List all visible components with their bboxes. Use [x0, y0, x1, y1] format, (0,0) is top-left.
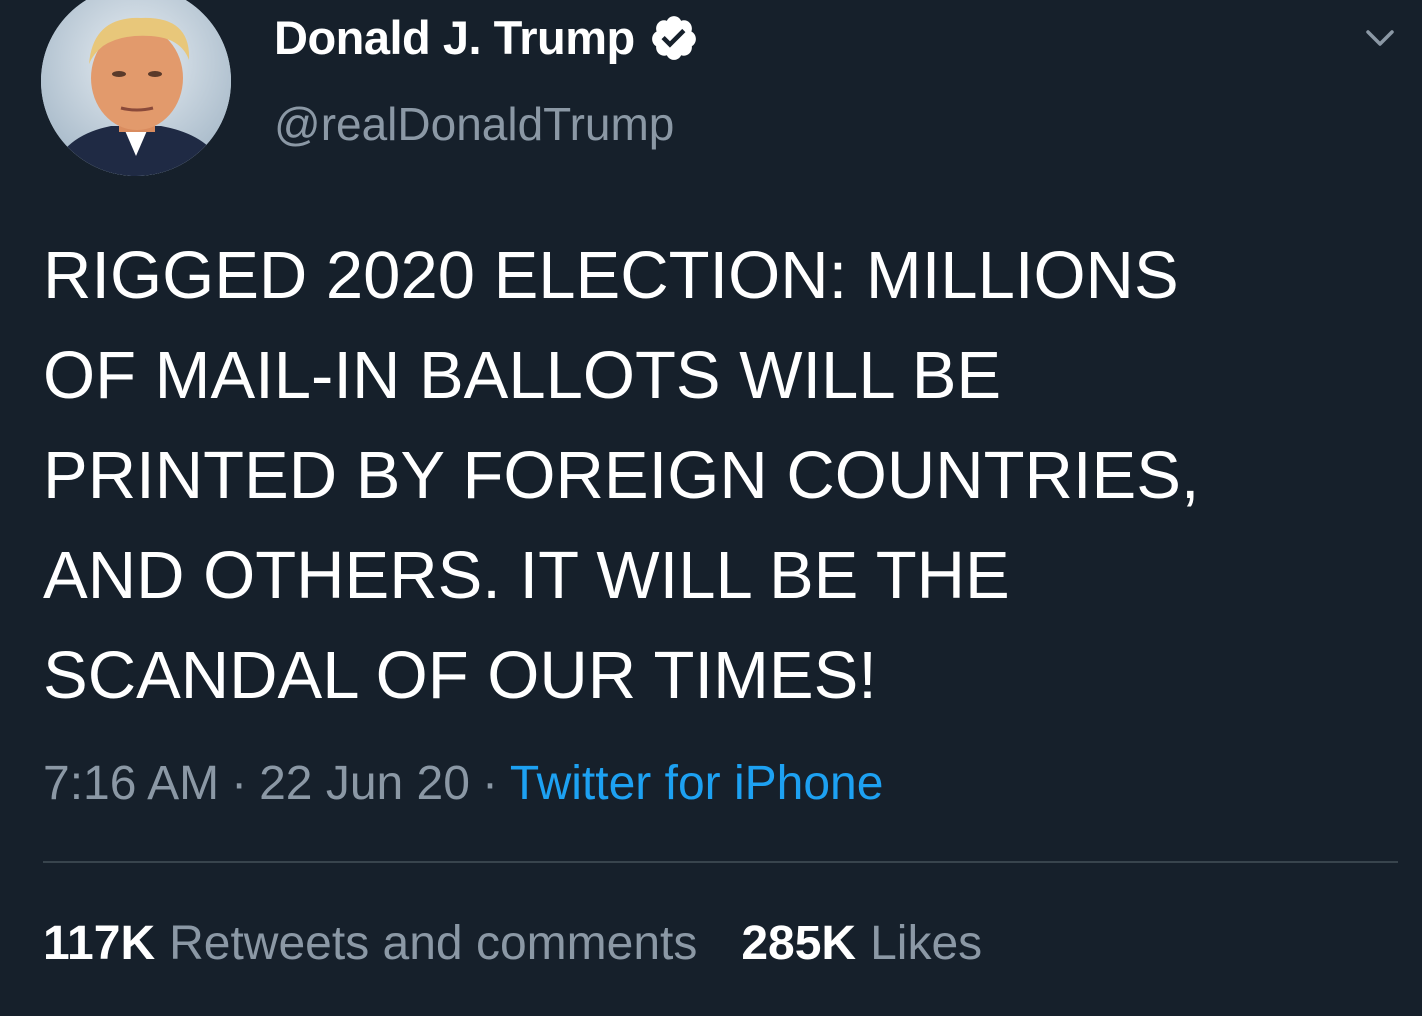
tweet-detail: Donald J. Trump @realDonaldTrump RIGGED … [0, 0, 1422, 1016]
meta-separator: · [231, 757, 248, 810]
tweet-text: RIGGED 2020 ELECTION: MILLIONS OF MAIL-I… [43, 226, 1373, 726]
profile-photo-icon [41, 0, 231, 176]
tweet-stats: 117K Retweets and comments 285K Likes [43, 912, 982, 976]
user-handle[interactable]: @realDonaldTrump [274, 96, 674, 152]
tweet-time[interactable]: 7:16 AM [43, 757, 219, 810]
tweet-text-line: RIGGED 2020 ELECTION: MILLIONS [43, 238, 1179, 313]
likes-stat[interactable]: 285K Likes [741, 917, 982, 970]
tweet-text-line: AND OTHERS. IT WILL BE THE [43, 538, 1010, 613]
likes-label: Likes [870, 917, 983, 970]
tweet-source-link[interactable]: Twitter for iPhone [510, 757, 884, 810]
likes-count: 285K [741, 917, 857, 970]
tweet-text-line: SCANDAL OF OUR TIMES! [43, 638, 877, 713]
tweet-text-line: PRINTED BY FOREIGN COUNTRIES, [43, 438, 1200, 513]
retweets-stat[interactable]: 117K Retweets and comments [43, 917, 697, 970]
retweets-label: Retweets and comments [169, 917, 698, 970]
divider [43, 861, 1398, 863]
display-name[interactable]: Donald J. Trump [274, 10, 635, 66]
chevron-down-icon[interactable] [1360, 18, 1400, 58]
tweet-meta: 7:16 AM · 22 Jun 20 · Twitter for iPhone [43, 752, 883, 816]
tweet-date[interactable]: 22 Jun 20 [259, 757, 470, 810]
meta-separator: · [481, 757, 498, 810]
tweet-text-line: OF MAIL-IN BALLOTS WILL BE [43, 338, 1002, 413]
verified-badge-icon [649, 13, 699, 63]
avatar[interactable] [41, 0, 231, 176]
retweets-count: 117K [43, 917, 156, 970]
user-header[interactable]: Donald J. Trump [274, 10, 699, 66]
